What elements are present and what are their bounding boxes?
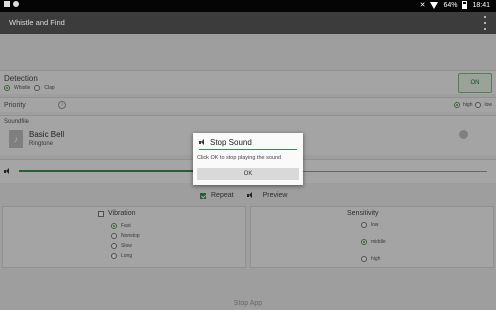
clock: 18:41 bbox=[472, 1, 490, 9]
overflow-menu-icon[interactable] bbox=[483, 16, 487, 30]
wifi-icon bbox=[430, 1, 439, 9]
notification-icons bbox=[4, 1, 19, 7]
status-indicators: ✕ 64% 18:41 bbox=[420, 1, 490, 9]
stop-sound-dialog: Stop Sound Click OK to stop playing the … bbox=[193, 133, 303, 185]
app-title: Whistle and Find bbox=[9, 18, 65, 27]
dialog-ok-button[interactable]: OK bbox=[197, 168, 299, 180]
status-bar: ✕ 64% 18:41 bbox=[0, 0, 496, 12]
dialog-title-row: Stop Sound bbox=[199, 138, 252, 147]
dialog-title: Stop Sound bbox=[210, 138, 252, 147]
battery-percent: 64% bbox=[443, 1, 458, 9]
dialog-title-divider bbox=[199, 149, 297, 150]
mute-icon: ✕ bbox=[419, 2, 426, 9]
play-icon bbox=[13, 1, 19, 7]
battery-icon bbox=[462, 1, 468, 9]
notification-icon bbox=[4, 1, 10, 7]
app-bar: Whistle and Find bbox=[0, 12, 496, 34]
dialog-message: Click OK to stop playing the sound bbox=[197, 155, 282, 161]
speaker-icon bbox=[199, 139, 206, 146]
